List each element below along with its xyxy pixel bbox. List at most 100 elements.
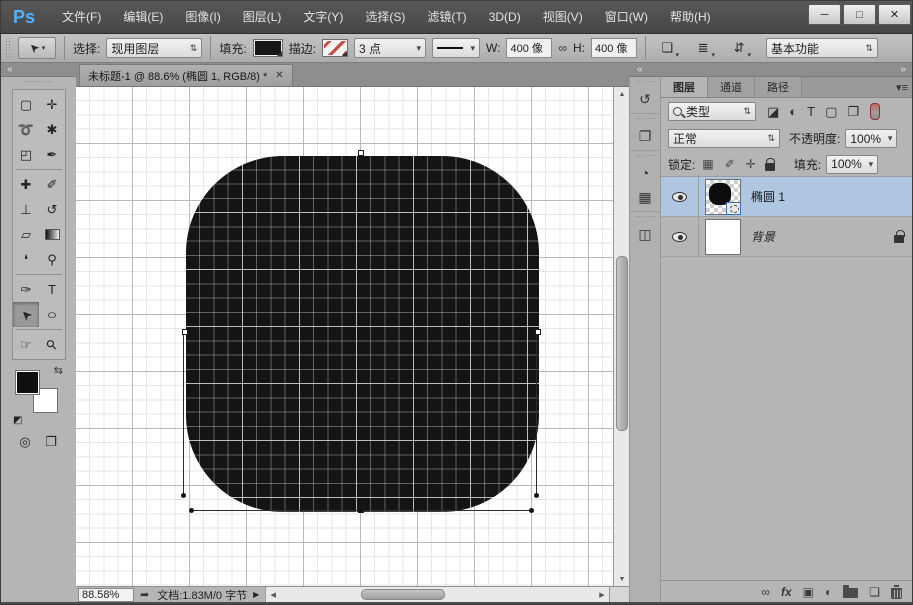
layer-thumbnail[interactable] [705, 219, 741, 255]
menu-item[interactable]: 帮助(H) [659, 1, 722, 34]
layer-row[interactable]: 椭圆 1 [661, 177, 913, 217]
adjustment-layer-button[interactable]: ◐ [825, 585, 832, 599]
layer-row[interactable]: 背景 [661, 217, 913, 257]
type-tool[interactable]: T [39, 277, 65, 302]
filter-smart-objects-icon[interactable]: ❐ [845, 104, 861, 120]
zoom-tool[interactable]: ⚲ [39, 332, 65, 357]
blend-mode-dropdown[interactable]: 正常 ⇅ [668, 129, 780, 148]
control-handle-dot[interactable] [529, 508, 534, 513]
color-panel-button[interactable]: ◔ [630, 161, 660, 185]
eraser-tool[interactable]: ▱ [13, 222, 39, 247]
visibility-toggle[interactable] [661, 177, 699, 216]
menu-item[interactable]: 文件(F) [51, 1, 112, 34]
blur-tool[interactable]: ❛ [13, 247, 39, 272]
filter-pixel-layers-icon[interactable]: ◪ [765, 104, 781, 120]
brush-tool[interactable]: ✐ [39, 172, 65, 197]
menu-item[interactable]: 滤镜(T) [416, 1, 477, 34]
lock-position-icon[interactable]: ✛ [744, 157, 758, 171]
filter-toggle-switch[interactable] [870, 103, 880, 120]
clone-stamp-tool[interactable]: ⊥ [13, 197, 39, 222]
lock-pixels-icon[interactable]: ✐ [723, 157, 737, 171]
panel-group-grip[interactable] [635, 80, 655, 85]
menu-item[interactable]: 编辑(E) [112, 1, 174, 34]
options-bar-grip[interactable] [5, 37, 12, 59]
canvas[interactable] [76, 87, 613, 586]
filter-adjustment-layers-icon[interactable]: ◐ [787, 104, 799, 120]
properties-panel-button[interactable]: ❐ [630, 124, 660, 148]
foreground-color-swatch[interactable] [15, 370, 40, 395]
control-handle-dot[interactable] [181, 493, 186, 498]
close-button[interactable]: ✕ [878, 4, 911, 25]
eyedropper-tool[interactable]: ✒ [39, 142, 65, 167]
fill-amount-input[interactable]: 100% ▾ [826, 155, 878, 174]
new-layer-button[interactable]: ❏ [869, 585, 880, 599]
filter-type-dropdown[interactable]: 类型 ⇅ [668, 102, 756, 121]
minimize-button[interactable]: ─ [808, 4, 841, 25]
path-alignment-button[interactable]: ≣▾ [690, 37, 716, 59]
crop-tool[interactable]: ◰ [13, 142, 39, 167]
pen-tool[interactable]: ✑ [13, 277, 39, 302]
swatches-panel-button[interactable]: ▦ [630, 185, 660, 209]
filter-type-layers-icon[interactable]: T [805, 104, 817, 120]
tab-图层[interactable]: 图层 [661, 77, 708, 97]
visibility-toggle[interactable] [661, 217, 699, 256]
scroll-right-icon[interactable]: ▶ [595, 587, 609, 603]
vertical-scrollbar[interactable]: ▲ ▼ [613, 87, 629, 586]
history-panel-button[interactable]: ↺ [630, 87, 660, 111]
current-tool-button[interactable]: ➤ ▾ [18, 37, 56, 59]
collapse-right-icon[interactable]: » [900, 63, 906, 76]
stroke-width-dropdown[interactable]: 3 点 ▾ [354, 38, 426, 58]
menu-item[interactable]: 选择(S) [354, 1, 416, 34]
fill-swatch[interactable] [253, 39, 283, 57]
collapse-left-icon[interactable]: « [637, 63, 643, 76]
menu-item[interactable]: 视图(V) [532, 1, 594, 34]
path-operations-button[interactable]: ❏▾ [654, 37, 680, 59]
path-anchor-top[interactable] [358, 150, 364, 156]
horizontal-scroll-thumb[interactable] [361, 589, 445, 600]
layer-style-button[interactable]: fx [781, 585, 792, 599]
shape-width-input[interactable]: 400 像 [506, 38, 552, 58]
history-brush-tool[interactable]: ↺ [39, 197, 65, 222]
magic-wand-tool[interactable]: ✱ [39, 117, 65, 142]
control-handle-dot[interactable] [534, 493, 539, 498]
close-tab-icon[interactable]: ✕ [275, 70, 283, 81]
lock-all-icon[interactable] [765, 163, 775, 171]
panel-menu-icon[interactable]: ▾≡ [896, 81, 908, 94]
stroke-type-dropdown[interactable]: ▾ [432, 38, 480, 58]
menu-item[interactable]: 3D(D) [478, 1, 532, 34]
tab-路径[interactable]: 路径 [755, 77, 802, 97]
add-mask-button[interactable]: ▣ [803, 585, 814, 599]
path-anchor-right[interactable] [535, 329, 541, 335]
menu-item[interactable]: 图像(I) [174, 1, 231, 34]
lock-transparency-icon[interactable]: ▦ [700, 157, 715, 171]
ellipse-shape[interactable] [186, 156, 539, 512]
panel-group-grip[interactable] [635, 215, 655, 220]
new-group-button[interactable] [843, 585, 858, 598]
swap-colors-icon[interactable]: ⇆ [54, 364, 63, 377]
scroll-up-icon[interactable]: ▲ [614, 87, 630, 101]
opacity-input[interactable]: 100% ▾ [845, 129, 897, 148]
marquee-tool[interactable]: ▢ [13, 92, 39, 117]
layer-thumbnail[interactable] [705, 179, 741, 215]
tab-通道[interactable]: 通道 [708, 77, 755, 97]
scroll-down-icon[interactable]: ▼ [614, 572, 630, 586]
dodge-tool[interactable]: ⚲ [39, 247, 65, 272]
maximize-button[interactable]: □ [843, 4, 876, 25]
ellipse-tool[interactable]: ○ [39, 302, 65, 327]
path-anchor-left[interactable] [182, 329, 188, 335]
default-colors-icon[interactable]: ◩ [13, 415, 22, 426]
zoom-level-input[interactable]: 88.58% [78, 588, 134, 602]
stroke-swatch[interactable] [322, 39, 348, 57]
status-options-icon[interactable]: ▶ [253, 590, 259, 599]
menu-item[interactable]: 文字(Y) [292, 1, 354, 34]
vertical-scroll-thumb[interactable] [616, 256, 628, 431]
panel-group-grip[interactable] [635, 154, 655, 159]
link-layers-button[interactable]: ∞ [761, 585, 770, 599]
lasso-tool[interactable]: ➰ [13, 117, 39, 142]
menu-item[interactable]: 图层(L) [232, 1, 293, 34]
move-tool[interactable]: ✛ [39, 92, 65, 117]
scroll-left-icon[interactable]: ◀ [266, 587, 280, 603]
path-select-tool[interactable]: ➤ [13, 302, 39, 327]
link-dimensions-icon[interactable]: ∞ [558, 41, 567, 55]
panel-group-grip[interactable] [635, 117, 655, 122]
